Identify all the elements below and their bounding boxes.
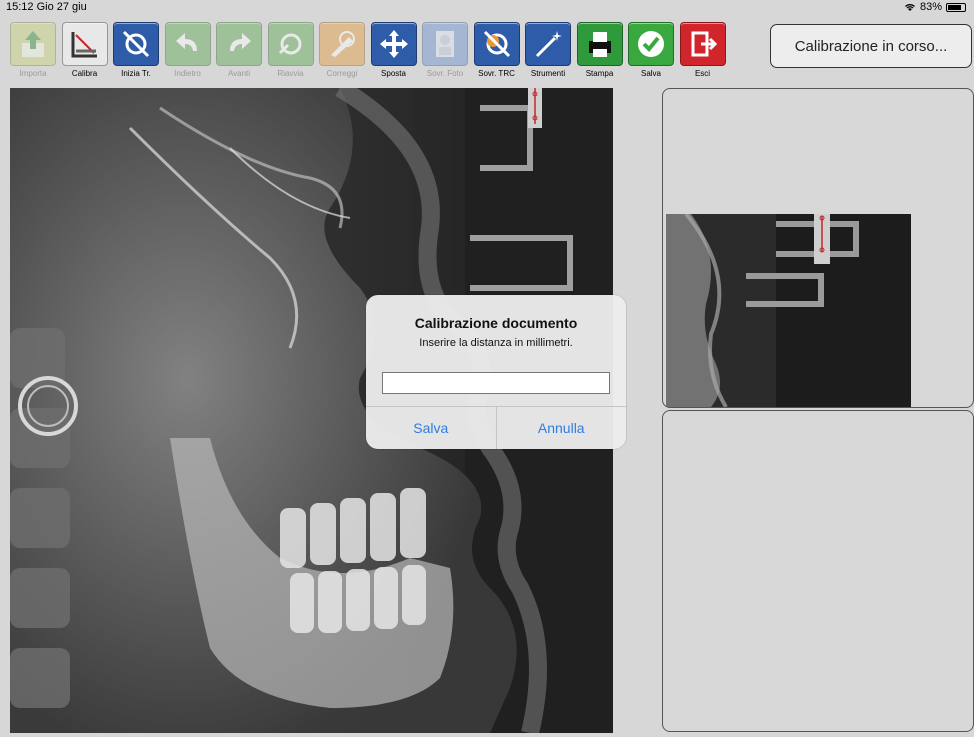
save-button[interactable]: Salva — [366, 407, 496, 449]
xray-thumbnail[interactable] — [666, 214, 911, 407]
dialog-button-row: Salva Annulla — [366, 406, 626, 449]
correct-icon — [319, 22, 365, 66]
toolbar-button-move-arrows[interactable]: Sposta — [369, 20, 419, 82]
exit-icon — [679, 22, 726, 66]
print-icon — [576, 22, 623, 66]
toolbar-button-restart[interactable]: Riavvia — [266, 20, 316, 82]
toolbar-button-label: Salva — [640, 69, 661, 78]
toolbar-button-label: Riavvia — [277, 69, 304, 78]
calibration-dialog: Calibrazione documento Inserire la dista… — [366, 295, 626, 449]
toolbar-button-undo[interactable]: Indietro — [163, 20, 213, 82]
undo-icon — [164, 22, 211, 66]
battery-icon — [946, 2, 966, 12]
toolbar-button-import[interactable]: Importa — [8, 20, 58, 82]
dialog-title: Calibrazione documento — [414, 315, 578, 331]
toolbar-button-trc-overlay[interactable]: Sovr. TRC — [472, 20, 522, 82]
secondary-panel — [662, 410, 974, 732]
start-tracing-icon — [113, 22, 159, 66]
dialog-message: Inserire la distanza in millimetri. — [419, 337, 573, 349]
preview-panel — [662, 88, 974, 408]
toolbar-button-exit[interactable]: Esci — [678, 20, 728, 82]
toolbar-button-start-tracing[interactable]: Inizia Tr. — [111, 20, 161, 82]
toolbar-button-tools-wand[interactable]: Strumenti — [523, 20, 573, 82]
toolbar-button-label: Sovr. Foto — [426, 69, 464, 78]
cancel-button[interactable]: Annulla — [495, 407, 627, 449]
toolbar-button-print[interactable]: Stampa — [575, 20, 625, 82]
toolbar-button-photo-overlay[interactable]: Sovr. Foto — [420, 20, 470, 82]
toolbar-button-label: Stampa — [585, 69, 614, 78]
toolbar-button-label: Inizia Tr. — [121, 69, 151, 78]
toolbar-button-label: Esci — [694, 69, 711, 78]
toolbar-button-redo[interactable]: Avanti — [214, 20, 264, 82]
status-right: 83% — [904, 0, 966, 14]
toolbar-button-label: Importa — [19, 69, 47, 78]
distance-mm-input[interactable] — [382, 372, 610, 394]
toolbar-button-label: Indietro — [174, 69, 201, 78]
status-time-date: 15:12 Gio 27 giu — [6, 1, 87, 13]
thumbnail-drawing — [666, 214, 911, 407]
tools-wand-icon — [525, 22, 571, 66]
move-arrows-icon — [370, 22, 417, 66]
restart-icon — [267, 22, 314, 66]
import-icon — [10, 22, 56, 66]
save-check-icon — [628, 22, 674, 66]
toolbar-button-label: Sovr. TRC — [478, 69, 515, 78]
toolbar-button-label: Correggi — [326, 69, 358, 78]
redo-icon — [216, 22, 262, 66]
wifi-icon — [905, 4, 915, 11]
toolbar-button-label: Strumenti — [530, 69, 566, 78]
status-bar: 15:12 Gio 27 giu 83% — [0, 0, 974, 14]
calibration-status-button[interactable]: Calibrazione in corso... — [770, 24, 972, 68]
calibration-status-label: Calibrazione in corso... — [794, 37, 948, 55]
toolbar-button-label: Calibra — [71, 69, 98, 78]
trc-overlay-icon — [473, 22, 520, 66]
toolbar-button-label: Avanti — [227, 69, 251, 78]
calibrate-ruler-icon — [61, 22, 108, 66]
toolbar-button-save-check[interactable]: Salva — [626, 20, 676, 82]
toolbar-button-label: Sposta — [381, 69, 406, 78]
battery-percent: 83% — [919, 1, 942, 13]
toolbar-button-correct[interactable]: Correggi — [317, 20, 367, 82]
toolbar-button-calibrate-ruler[interactable]: Calibra — [60, 20, 110, 82]
photo-overlay-icon — [422, 22, 468, 66]
